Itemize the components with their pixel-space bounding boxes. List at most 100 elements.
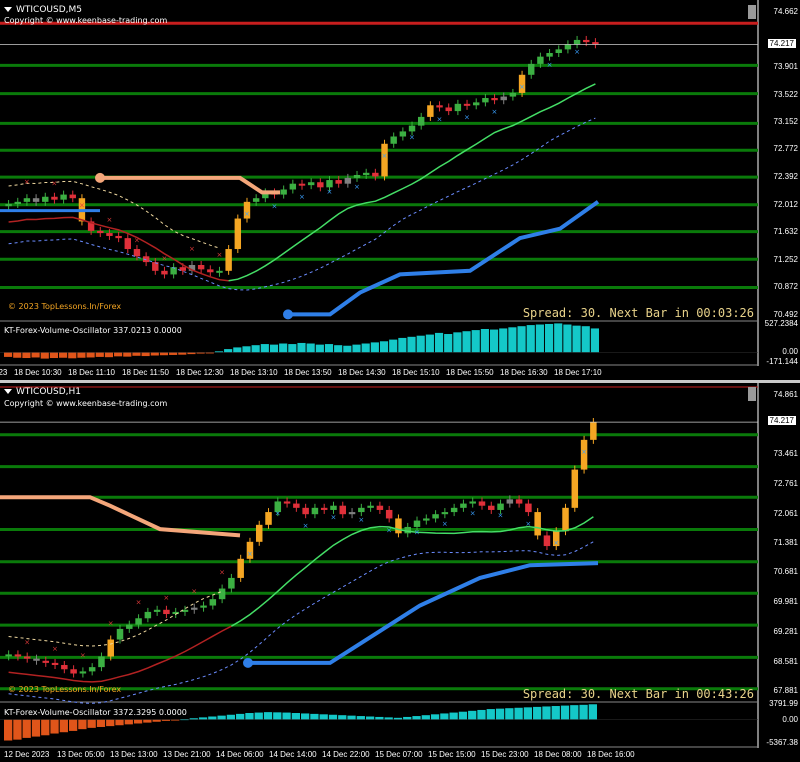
candle [163,609,170,615]
time-axis-label: 18 Dec 16:00 [587,750,635,759]
oscillator-bar [31,352,40,358]
candle [228,577,235,589]
candle [427,105,434,117]
candle [42,196,49,202]
oscillator-bar [407,336,416,353]
oscillator-scale-label: 0.00 [782,347,798,357]
time-axis-label: 18 Dec 10:30 [14,368,62,377]
candle [546,53,553,57]
candle [311,507,319,515]
oscillator-scale-label: 0.00 [782,714,798,724]
stop-marker-x: × [24,178,30,186]
oscillator-bar [150,352,159,356]
oscillator-bar [370,342,379,353]
oscillator-bar [306,343,315,353]
candle [432,514,439,519]
symbol-header[interactable]: WTICOUSD,H1 [4,387,81,397]
candle [399,131,407,137]
candle [191,607,198,610]
price-scale-label: 70.492 [773,310,798,319]
chart-window-m5[interactable]: × × × × × × × × × × × × × × × × × × × × × WTICOUSD,M5 Copyri… [0,0,800,380]
oscillator-bar [245,713,254,720]
candle [445,107,452,112]
candle [509,92,517,97]
band-dashed-line [8,180,220,249]
stop-marker-x: × [409,134,415,142]
stop-marker-x: × [244,210,250,218]
stop-marker-x: × [216,251,222,259]
candle [583,39,590,43]
candle [32,198,40,202]
candle [500,96,507,101]
oscillator-bar [187,352,196,355]
oscillator-bar [480,328,489,353]
candle [23,656,31,659]
candle [413,520,421,527]
time-axis-label: 14 Dec 14:00 [269,750,317,759]
oscillator-bar [526,325,535,353]
oscillator-bar [434,332,444,353]
oscillator-bar [514,707,523,720]
oscillator-bar [425,334,434,353]
candle [348,512,356,515]
oscillator-bar [334,345,343,353]
scroll-button[interactable] [748,5,756,19]
candle [153,609,161,612]
candle [353,174,361,178]
symbol-header[interactable]: WTICOUSD,M5 [4,5,82,15]
candle [98,656,105,668]
oscillator-bar [338,715,347,720]
candle [469,501,476,504]
candle [14,654,22,657]
time-axis-label: 14 Dec 22:00 [322,750,370,759]
price-scale-label: 73.152 [773,117,798,126]
h1-price-plot[interactable]: × × × × × × × × × × × × × × × × × × × × × [0,383,800,762]
oscillator-bar [224,349,233,353]
candle [335,180,342,184]
candle [423,518,430,521]
m5-price-plot[interactable]: × × × × × × × × × × × × × × × × × × × × × [0,0,800,380]
oscillator-bar [416,335,425,353]
chart-window-h1[interactable]: × × × × × × × × × × × × × × × × × × × × × WTICOUSD,H1 Copyri… [0,383,800,762]
dropdown-triangle-icon[interactable] [4,389,12,394]
oscillator-scale-label: 527.2384 [764,319,798,328]
oscillator-bar [458,711,468,720]
price-scale-label: 70.872 [773,282,798,291]
oscillator-bar [495,708,505,720]
time-axis-label: 18 Dec 15:10 [392,368,440,377]
oscillator-bar [343,345,352,353]
candle [252,198,260,202]
stop-marker-x: × [275,509,281,517]
oscillator-bar [226,714,236,720]
oscillator-bar [236,713,245,720]
candle [381,143,388,177]
candle [436,105,443,108]
scroll-button[interactable] [748,387,756,401]
candle [362,172,370,175]
dropdown-triangle-icon[interactable] [4,7,12,12]
oscillator-bar [254,712,263,720]
oscillator-bar [40,352,49,359]
stop-marker-x: × [525,520,531,528]
price-scale-label: 73.901 [773,62,798,71]
candle [450,507,458,513]
candle [390,136,397,144]
oscillator-bar [22,719,31,738]
candle [515,499,523,504]
stop-marker-x: × [79,201,85,209]
current-price-label: 74.217 [767,416,796,425]
oscillator-bar [412,716,421,720]
oscillator-bar [143,719,152,723]
stop-marker-x: × [24,639,30,647]
oscillator-bar [421,715,430,720]
stop-marker-x: × [547,61,553,69]
oscillator-bar [356,716,365,720]
time-axis-label: 18 Dec 17:10 [554,368,602,377]
oscillator-bar [449,712,458,720]
candle [358,507,365,513]
candle [590,422,597,440]
time-axis-label: 15 Dec 23:00 [481,750,529,759]
oscillator-bar [22,352,31,359]
oscillator-bar [328,714,338,720]
oscillator-bar [242,346,251,353]
